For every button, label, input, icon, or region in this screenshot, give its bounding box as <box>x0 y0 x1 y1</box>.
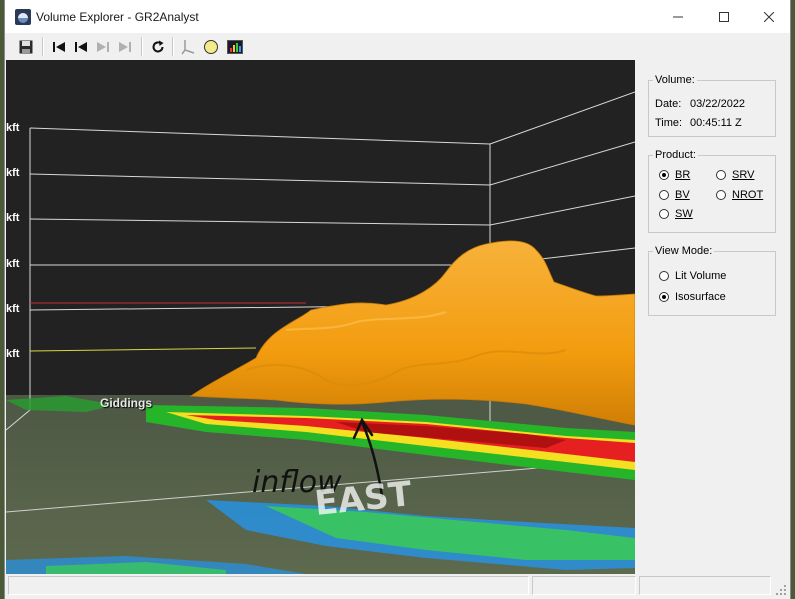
volume-explorer-window: Volume Explorer - GR2Analyst inflow EAST… <box>4 0 791 599</box>
refresh-icon <box>152 40 163 52</box>
altitude-label: kft <box>6 348 20 360</box>
toolbar-separator <box>141 37 143 56</box>
cut-plane-button[interactable] <box>177 36 198 57</box>
product-radio-bv[interactable]: BV <box>659 189 690 201</box>
step-back-button[interactable] <box>70 36 91 57</box>
toolbar-separator <box>42 37 44 56</box>
sphere-button[interactable] <box>200 36 221 57</box>
skip-first-icon <box>52 41 65 52</box>
volume-group-title: Volume: <box>653 74 697 86</box>
last-frame-button[interactable] <box>114 36 135 57</box>
color-table-button[interactable] <box>224 36 245 57</box>
volume-group: Volume: Date: 03/22/2022 Time: 00:45:11 … <box>648 74 776 137</box>
product-label: SRV <box>732 169 755 181</box>
window-title: Volume Explorer - GR2Analyst <box>36 10 199 24</box>
product-label: BR <box>675 169 691 181</box>
product-radio-br[interactable]: BR <box>659 169 690 181</box>
skip-last-icon <box>118 41 131 52</box>
title-bar: Volume Explorer - GR2Analyst <box>5 0 790 33</box>
product-group: Product: BR SRV BV NROT SW <box>648 149 776 233</box>
first-frame-button[interactable] <box>48 36 69 57</box>
resize-grip-icon[interactable] <box>775 584 787 596</box>
sphere-icon <box>203 39 218 54</box>
product-group-title: Product: <box>653 149 698 161</box>
radio-icon <box>716 190 726 200</box>
step-back-icon <box>74 41 87 52</box>
maximize-button[interactable] <box>701 0 747 33</box>
status-pane-2 <box>532 576 636 595</box>
view-mode-radio-lit-volume[interactable]: Lit Volume <box>659 270 726 282</box>
view-mode-group: View Mode: Lit Volume Isosurface <box>648 245 776 316</box>
time-label: Time: <box>655 117 683 129</box>
view-mode-radio-isosurface[interactable]: Isosurface <box>659 291 726 303</box>
close-icon <box>764 11 774 22</box>
altitude-label: kft <box>6 303 20 315</box>
radio-selected-icon <box>659 170 669 180</box>
product-radio-nrot[interactable]: NROT <box>716 189 763 201</box>
product-label: SW <box>675 208 693 220</box>
altitude-label: kft <box>6 167 20 179</box>
product-radio-sw[interactable]: SW <box>659 208 693 220</box>
save-button[interactable] <box>15 36 36 57</box>
view-mode-label: Lit Volume <box>675 270 727 282</box>
view-mode-group-title: View Mode: <box>653 245 715 257</box>
isosurface-storm <box>189 240 635 426</box>
toolbar-separator <box>172 37 174 56</box>
step-forward-button[interactable] <box>92 36 113 57</box>
toolbar <box>5 33 790 60</box>
radio-icon <box>659 190 669 200</box>
radio-selected-icon <box>659 292 669 302</box>
radio-icon <box>659 209 669 219</box>
status-pane-3 <box>639 576 771 595</box>
color-table-icon <box>226 39 243 54</box>
minimize-icon <box>673 16 683 17</box>
cut-plane-icon <box>180 39 194 54</box>
altitude-label: kft <box>6 258 20 270</box>
close-button[interactable] <box>746 0 792 33</box>
time-value: 00:45:11 Z <box>690 117 742 129</box>
product-label: BV <box>675 189 690 201</box>
date-label: Date: <box>655 98 682 110</box>
view-mode-label: Isosurface <box>675 291 726 303</box>
radar-scene: inflow EAST <box>6 91 635 574</box>
app-icon <box>15 9 31 25</box>
radio-icon <box>716 170 726 180</box>
radio-icon <box>659 271 669 281</box>
maximize-icon <box>719 11 729 22</box>
product-radio-srv[interactable]: SRV <box>716 169 754 181</box>
refresh-button[interactable] <box>147 36 168 57</box>
radar-3d-viewport[interactable]: inflow EAST kft kft kft kft kft kft Gidd… <box>6 60 635 574</box>
altitude-label: kft <box>6 212 20 224</box>
status-pane-main <box>8 576 529 595</box>
side-panel: Volume: Date: 03/22/2022 Time: 00:45:11 … <box>636 60 788 574</box>
date-value: 03/22/2022 <box>690 98 746 110</box>
status-bar <box>5 574 790 599</box>
altitude-label: kft <box>6 122 20 134</box>
product-label: NROT <box>732 189 764 201</box>
step-forward-icon <box>96 41 109 52</box>
city-label-giddings: Giddings <box>100 396 152 410</box>
minimize-button[interactable] <box>655 0 701 33</box>
save-icon <box>19 40 32 53</box>
